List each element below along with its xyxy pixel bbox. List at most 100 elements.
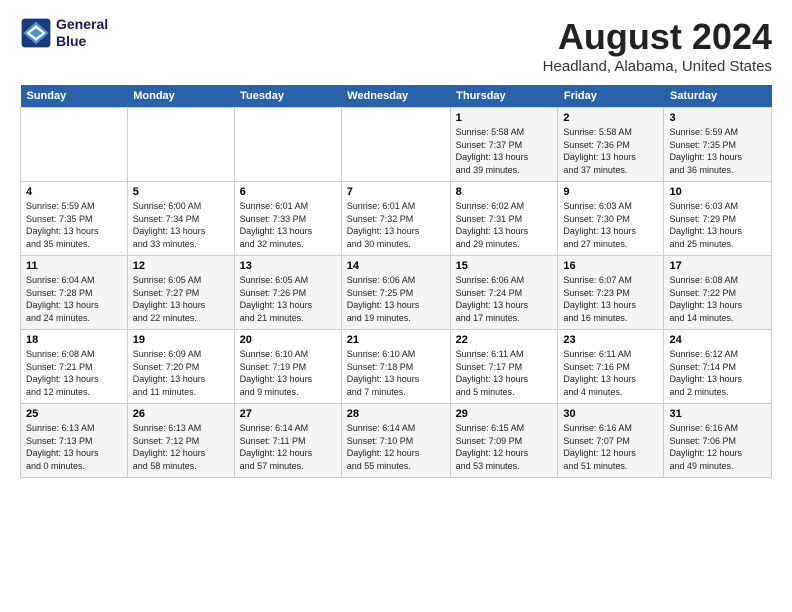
day-cell-9: 9 Sunrise: 6:03 AM Sunset: 7:30 PM Daylig…	[558, 182, 664, 256]
day-number: 28	[347, 408, 445, 420]
day-cell-28: 28Sunrise: 6:14 AM Sunset: 7:10 PM Dayli…	[341, 404, 450, 478]
day-cell-7: 7 Sunrise: 6:01 AM Sunset: 7:32 PM Daylig…	[341, 182, 450, 256]
month-title: August 2024	[543, 16, 772, 58]
day-cell-31: 31 Sunrise: 6:16 AM Sunset: 7:06 PM Dayli…	[664, 404, 772, 478]
day-cell-17: 17 Sunrise: 6:08 AM Sunset: 7:22 PM Dayli…	[664, 256, 772, 330]
week-row-4: 25 Sunrise: 6:13 AM Sunset: 7:13 PM Dayli…	[21, 404, 772, 478]
day-cell-14: 14 Sunrise: 6:06 AM Sunset: 7:25 PM Dayli…	[341, 256, 450, 330]
weekday-header-saturday: Saturday	[664, 85, 772, 108]
day-number: 12	[133, 260, 229, 272]
day-cell-27: 27Sunrise: 6:14 AM Sunset: 7:11 PM Dayli…	[234, 404, 341, 478]
day-cell-20: 20Sunrise: 6:10 AM Sunset: 7:19 PM Dayli…	[234, 330, 341, 404]
day-info: Sunrise: 6:03 AM Sunset: 7:29 PM Dayligh…	[669, 200, 766, 250]
day-number: 9	[563, 186, 658, 198]
day-number: 31	[669, 408, 766, 420]
day-info: Sunrise: 6:12 AM Sunset: 7:14 PM Dayligh…	[669, 348, 766, 398]
day-cell-10: 10 Sunrise: 6:03 AM Sunset: 7:29 PM Dayli…	[664, 182, 772, 256]
day-number: 5	[133, 186, 229, 198]
day-info: Sunrise: 5:59 AM Sunset: 7:35 PM Dayligh…	[26, 200, 122, 250]
day-cell-25: 25 Sunrise: 6:13 AM Sunset: 7:13 PM Dayli…	[21, 404, 128, 478]
day-cell-30: 30Sunrise: 6:16 AM Sunset: 7:07 PM Dayli…	[558, 404, 664, 478]
day-number: 2	[563, 112, 658, 124]
day-cell-5: 5 Sunrise: 6:00 AM Sunset: 7:34 PM Daylig…	[127, 182, 234, 256]
day-number: 25	[26, 408, 122, 420]
day-number: 20	[240, 334, 336, 346]
day-info: Sunrise: 6:11 AM Sunset: 7:17 PM Dayligh…	[456, 348, 553, 398]
logo-icon	[20, 17, 52, 49]
day-number: 14	[347, 260, 445, 272]
day-cell-4: 4 Sunrise: 5:59 AM Sunset: 7:35 PM Daylig…	[21, 182, 128, 256]
day-info: Sunrise: 6:01 AM Sunset: 7:33 PM Dayligh…	[240, 200, 336, 250]
day-info: Sunrise: 6:16 AM Sunset: 7:07 PM Dayligh…	[563, 422, 658, 472]
day-number: 18	[26, 334, 122, 346]
day-cell-2: 2 Sunrise: 5:58 AM Sunset: 7:36 PM Daylig…	[558, 108, 664, 182]
day-info: Sunrise: 5:59 AM Sunset: 7:35 PM Dayligh…	[669, 126, 766, 176]
day-number: 17	[669, 260, 766, 272]
calendar-table: SundayMondayTuesdayWednesdayThursdayFrid…	[20, 85, 772, 478]
day-number: 7	[347, 186, 445, 198]
day-cell-11: 11 Sunrise: 6:04 AM Sunset: 7:28 PM Dayli…	[21, 256, 128, 330]
day-cell-1: 1 Sunrise: 5:58 AM Sunset: 7:37 PM Daylig…	[450, 108, 558, 182]
day-info: Sunrise: 6:02 AM Sunset: 7:31 PM Dayligh…	[456, 200, 553, 250]
day-number: 3	[669, 112, 766, 124]
day-number: 1	[456, 112, 553, 124]
page: General Blue August 2024 Headland, Alaba…	[0, 0, 792, 490]
empty-cell	[127, 108, 234, 182]
day-number: 4	[26, 186, 122, 198]
day-info: Sunrise: 6:16 AM Sunset: 7:06 PM Dayligh…	[669, 422, 766, 472]
day-info: Sunrise: 6:13 AM Sunset: 7:13 PM Dayligh…	[26, 422, 122, 472]
day-cell-29: 29Sunrise: 6:15 AM Sunset: 7:09 PM Dayli…	[450, 404, 558, 478]
weekday-header-monday: Monday	[127, 85, 234, 108]
day-info: Sunrise: 6:03 AM Sunset: 7:30 PM Dayligh…	[563, 200, 658, 250]
day-cell-26: 26Sunrise: 6:13 AM Sunset: 7:12 PM Dayli…	[127, 404, 234, 478]
day-number: 19	[133, 334, 229, 346]
day-info: Sunrise: 5:58 AM Sunset: 7:36 PM Dayligh…	[563, 126, 658, 176]
day-cell-15: 15 Sunrise: 6:06 AM Sunset: 7:24 PM Dayli…	[450, 256, 558, 330]
title-block: August 2024 Headland, Alabama, United St…	[543, 16, 772, 75]
day-info: Sunrise: 6:05 AM Sunset: 7:26 PM Dayligh…	[240, 274, 336, 324]
day-info: Sunrise: 6:01 AM Sunset: 7:32 PM Dayligh…	[347, 200, 445, 250]
day-cell-6: 6Sunrise: 6:01 AM Sunset: 7:33 PM Daylig…	[234, 182, 341, 256]
day-number: 8	[456, 186, 553, 198]
day-number: 15	[456, 260, 553, 272]
weekday-header-tuesday: Tuesday	[234, 85, 341, 108]
day-info: Sunrise: 6:07 AM Sunset: 7:23 PM Dayligh…	[563, 274, 658, 324]
day-number: 11	[26, 260, 122, 272]
week-row-3: 18 Sunrise: 6:08 AM Sunset: 7:21 PM Dayli…	[21, 330, 772, 404]
day-number: 24	[669, 334, 766, 346]
day-info: Sunrise: 6:06 AM Sunset: 7:24 PM Dayligh…	[456, 274, 553, 324]
day-number: 16	[563, 260, 658, 272]
day-cell-19: 19 Sunrise: 6:09 AM Sunset: 7:20 PM Dayli…	[127, 330, 234, 404]
day-info: Sunrise: 6:09 AM Sunset: 7:20 PM Dayligh…	[133, 348, 229, 398]
week-row-1: 4 Sunrise: 5:59 AM Sunset: 7:35 PM Daylig…	[21, 182, 772, 256]
day-info: Sunrise: 6:05 AM Sunset: 7:27 PM Dayligh…	[133, 274, 229, 324]
weekday-header-row: SundayMondayTuesdayWednesdayThursdayFrid…	[21, 85, 772, 108]
week-row-2: 11 Sunrise: 6:04 AM Sunset: 7:28 PM Dayli…	[21, 256, 772, 330]
location-subtitle: Headland, Alabama, United States	[543, 58, 772, 75]
day-cell-18: 18 Sunrise: 6:08 AM Sunset: 7:21 PM Dayli…	[21, 330, 128, 404]
day-cell-13: 13 Sunrise: 6:05 AM Sunset: 7:26 PM Dayli…	[234, 256, 341, 330]
day-number: 13	[240, 260, 336, 272]
day-number: 22	[456, 334, 553, 346]
logo-text: General Blue	[56, 16, 108, 50]
day-number: 10	[669, 186, 766, 198]
day-info: Sunrise: 5:58 AM Sunset: 7:37 PM Dayligh…	[456, 126, 553, 176]
day-info: Sunrise: 6:00 AM Sunset: 7:34 PM Dayligh…	[133, 200, 229, 250]
day-cell-3: 3 Sunrise: 5:59 AM Sunset: 7:35 PM Daylig…	[664, 108, 772, 182]
day-cell-22: 22 Sunrise: 6:11 AM Sunset: 7:17 PM Dayli…	[450, 330, 558, 404]
day-info: Sunrise: 6:11 AM Sunset: 7:16 PM Dayligh…	[563, 348, 658, 398]
empty-cell	[21, 108, 128, 182]
day-number: 27	[240, 408, 336, 420]
weekday-header-sunday: Sunday	[21, 85, 128, 108]
weekday-header-thursday: Thursday	[450, 85, 558, 108]
day-number: 26	[133, 408, 229, 420]
day-info: Sunrise: 6:08 AM Sunset: 7:22 PM Dayligh…	[669, 274, 766, 324]
day-info: Sunrise: 6:06 AM Sunset: 7:25 PM Dayligh…	[347, 274, 445, 324]
day-info: Sunrise: 6:04 AM Sunset: 7:28 PM Dayligh…	[26, 274, 122, 324]
day-cell-12: 12 Sunrise: 6:05 AM Sunset: 7:27 PM Dayli…	[127, 256, 234, 330]
empty-cell	[341, 108, 450, 182]
week-row-0: 1 Sunrise: 5:58 AM Sunset: 7:37 PM Daylig…	[21, 108, 772, 182]
day-cell-8: 8 Sunrise: 6:02 AM Sunset: 7:31 PM Daylig…	[450, 182, 558, 256]
day-info: Sunrise: 6:08 AM Sunset: 7:21 PM Dayligh…	[26, 348, 122, 398]
empty-cell	[234, 108, 341, 182]
